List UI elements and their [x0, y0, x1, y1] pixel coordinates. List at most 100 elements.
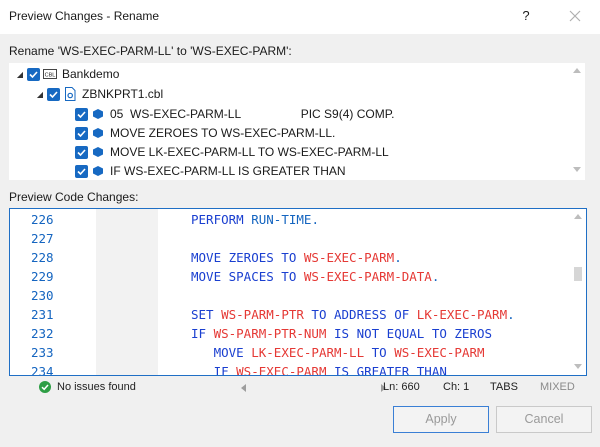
horizontal-scrollbar[interactable]: [231, 380, 386, 394]
tree-item-project[interactable]: ◢ CBL Bankdemo: [13, 64, 119, 84]
checkbox-checked[interactable]: [75, 107, 88, 121]
close-button[interactable]: [563, 4, 587, 28]
checkbox-checked[interactable]: [75, 126, 88, 140]
tree-item-label: IF WS-EXEC-PARM-LL IS GREATER THAN: [110, 164, 346, 178]
line-indicator: Ln: 660: [383, 381, 420, 393]
checkbox-checked[interactable]: [47, 87, 60, 101]
code-token: MOVE SPACES TO: [191, 269, 304, 284]
line-number: 226: [31, 212, 54, 227]
line-number: 230: [31, 288, 54, 303]
code-token: MOVE ZEROES TO: [191, 250, 304, 265]
code-text: PERFORM RUN-TIME.: [191, 210, 319, 229]
tree-item-change[interactable]: MOVE LK-EXEC-PARM-LL TO WS-EXEC-PARM-LL: [75, 142, 389, 162]
tree-item-change[interactable]: MOVE ZEROES TO WS-EXEC-PARM-LL.: [75, 123, 335, 143]
code-line: 227: [10, 229, 570, 248]
tree-item-change[interactable]: IF WS-EXEC-PARM-LL IS GREATER THAN: [75, 161, 346, 180]
scroll-up-arrow-icon[interactable]: [573, 68, 581, 73]
tree-item-label: MOVE ZEROES TO WS-EXEC-PARM-LL.: [110, 126, 336, 140]
preview-label: Preview Code Changes:: [9, 190, 139, 204]
tree-item-file[interactable]: ◢ ZBNKPRT1.cbl: [33, 84, 163, 104]
code-line: 229 MOVE SPACES TO WS-EXEC-PARM-DATA.: [10, 267, 570, 286]
editor-scrollbar[interactable]: [570, 209, 586, 375]
code-token: TO: [364, 345, 395, 360]
change-icon: [91, 126, 105, 140]
code-text: SET WS-PARM-PTR TO ADDRESS OF LK-EXEC-PA…: [191, 305, 515, 324]
code-token: MOVE: [191, 345, 252, 360]
tree-item-label: ZBNKPRT1.cbl: [82, 87, 164, 101]
tree-item-label: MOVE LK-EXEC-PARM-LL TO WS-EXEC-PARM-LL: [110, 145, 389, 159]
code-text: MOVE SPACES TO WS-EXEC-PARM-DATA.: [191, 267, 439, 286]
checkbox-checked[interactable]: [75, 145, 88, 159]
scroll-down-arrow-icon[interactable]: [573, 167, 581, 172]
line-number: 231: [31, 307, 54, 322]
column-indicator: Ch: 1: [443, 381, 470, 393]
rename-tree: ◢ CBL Bankdemo ◢ ZBNKPRT1.cbl 05 WS-EXEC…: [9, 63, 585, 180]
help-button[interactable]: ?: [514, 4, 538, 28]
editor-status-bar: No issues found Ln: 660 Ch: 1 TABS MIXED: [9, 377, 587, 397]
code-line: 230: [10, 286, 570, 305]
code-line: 233 MOVE LK-EXEC-PARM-LL TO WS-EXEC-PARM: [10, 343, 570, 362]
code-text: MOVE LK-EXEC-PARM-LL TO WS-EXEC-PARM: [191, 343, 485, 362]
code-identifier: WS-PARM-PTR: [221, 307, 304, 322]
code-token: IF: [191, 364, 237, 376]
tree-scrollbar[interactable]: [569, 63, 585, 180]
code-text: MOVE ZEROES TO WS-EXEC-PARM.: [191, 248, 402, 267]
change-icon: [91, 107, 105, 121]
code-line: 228 MOVE ZEROES TO WS-EXEC-PARM.: [10, 248, 570, 267]
tree-item-label: 05 WS-EXEC-PARM-LL PIC S9(4) COMP.: [110, 107, 395, 121]
code-token: .: [507, 307, 515, 322]
title-bar: Preview Changes - Rename ?: [0, 0, 600, 34]
project-icon: CBL: [43, 67, 57, 81]
code-token: .: [431, 269, 440, 284]
tree-item-change[interactable]: 05 WS-EXEC-PARM-LL PIC S9(4) COMP.: [75, 104, 395, 124]
close-icon: [569, 10, 581, 22]
collapse-triangle-icon[interactable]: ◢: [33, 84, 47, 104]
code-token: .: [311, 212, 319, 227]
scrollbar-thumb[interactable]: [574, 267, 582, 281]
svg-text:CBL: CBL: [45, 73, 56, 79]
cancel-button[interactable]: Cancel: [496, 406, 592, 433]
code-line: 232 IF WS-PARM-PTR-NUM IS NOT EQUAL TO ZE…: [10, 324, 570, 343]
scroll-left-arrow-icon[interactable]: [241, 384, 246, 392]
code-token: PERFORM: [191, 212, 252, 227]
code-token: RUN-TIME: [251, 212, 312, 227]
code-token: TO ADDRESS OF: [303, 307, 417, 322]
tree-item-label: Bankdemo: [62, 67, 120, 81]
scroll-down-arrow-icon[interactable]: [574, 364, 582, 369]
code-preview-editor[interactable]: 226 PERFORM RUN-TIME. 227 228 MOVE ZEROES TO…: [9, 208, 587, 376]
line-number: 228: [31, 250, 54, 265]
change-icon: [91, 145, 105, 159]
change-icon: [91, 164, 105, 178]
line-number: 234: [31, 364, 54, 376]
code-line: 234 IF WS-EXEC-PARM IS GREATER THAN: [10, 362, 570, 376]
line-number: 229: [31, 269, 54, 284]
code-identifier: LK-EXEC-PARM: [416, 307, 508, 322]
code-identifier: LK-EXEC-PARM-LL: [251, 345, 365, 360]
mixed-indicator[interactable]: MIXED: [540, 381, 575, 393]
collapse-triangle-icon[interactable]: ◢: [13, 64, 27, 84]
checkbox-checked[interactable]: [27, 67, 40, 81]
code-line: 231 SET WS-PARM-PTR TO ADDRESS OF LK-EXEC…: [10, 305, 570, 324]
code-text: IF WS-EXEC-PARM IS GREATER THAN: [191, 362, 447, 376]
code-token: IS NOT EQUAL TO ZEROS: [326, 326, 493, 341]
code-line: 226 PERFORM RUN-TIME.: [10, 210, 570, 229]
rename-label: Rename 'WS-EXEC-PARM-LL' to 'WS-EXEC-PAR…: [9, 44, 292, 58]
code-identifier: WS-EXEC-PARM: [236, 364, 327, 376]
code-token: SET: [191, 307, 222, 322]
checkbox-checked[interactable]: [75, 164, 88, 178]
issues-status: No issues found: [57, 381, 136, 393]
line-number: 232: [31, 326, 54, 341]
cobol-file-icon: [63, 87, 77, 101]
scroll-up-arrow-icon[interactable]: [574, 214, 582, 219]
window-title: Preview Changes - Rename: [9, 9, 160, 23]
apply-button[interactable]: Apply: [393, 406, 489, 433]
tabs-indicator[interactable]: TABS: [490, 381, 518, 393]
code-identifier: WS-EXEC-PARM-DATA: [303, 269, 432, 284]
code-token: .: [394, 250, 402, 265]
code-identifier: WS-PARM-PTR-NUM: [213, 326, 327, 341]
code-token: IS GREATER THAN: [326, 364, 447, 376]
code-text: IF WS-PARM-PTR-NUM IS NOT EQUAL TO ZEROS: [191, 324, 492, 343]
line-number: 233: [31, 345, 54, 360]
code-identifier: WS-EXEC-PARM: [303, 250, 395, 265]
line-number: 227: [31, 231, 54, 246]
